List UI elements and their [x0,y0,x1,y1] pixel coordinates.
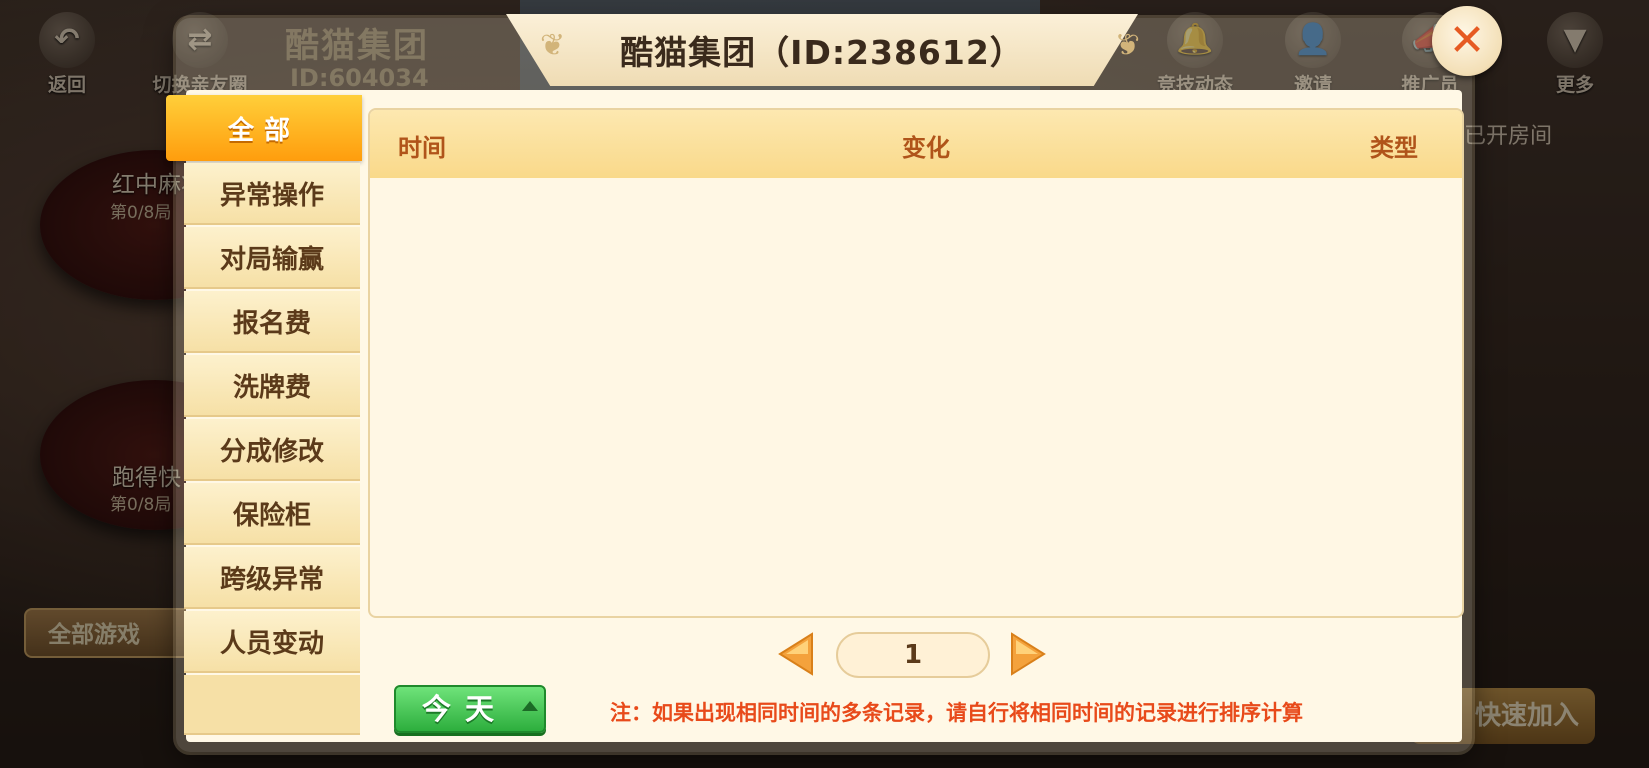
date-filter-dropdown[interactable]: 今天 [394,685,546,733]
tab-entry-fee[interactable]: 报名费 [184,291,360,353]
tab-label: 洗牌费 [232,372,311,403]
sorting-note: 注：如果出现相同时间的多条记录，请自行将相同时间的记录进行排序计算 [610,701,1303,725]
table-header: 时间 变化 类型 [370,110,1462,178]
column-header-type: 类型 [1370,134,1418,162]
date-filter-label: 今天 [422,692,509,726]
arrow-left-icon [778,632,813,676]
arrow-right-icon [1011,632,1046,676]
tab-label: 全部 [227,115,300,146]
tab-label: 保险柜 [232,500,311,531]
dialog-title: 酷猫集团（ID:238612） [620,33,1024,72]
category-tabs: 全部 异常操作 对局输赢 报名费 洗牌费 分成修改 保险柜 跨级异常 人员变动 [166,95,362,735]
next-page-button[interactable] [1010,632,1046,676]
tab-label: 报名费 [232,308,311,339]
tab-label: 分成修改 [219,436,324,467]
tab-safe-box[interactable]: 保险柜 [184,483,360,545]
column-header-time: 时间 [398,134,446,162]
triangle-up-icon [522,701,538,711]
tab-list-filler [184,675,360,735]
tab-match-win-loss[interactable]: 对局输赢 [184,227,360,289]
tab-label: 异常操作 [219,180,324,211]
tab-member-change[interactable]: 人员变动 [184,611,360,673]
tab-share-change[interactable]: 分成修改 [184,419,360,481]
tab-all[interactable]: 全部 [166,95,362,161]
close-icon: ✕ [1448,15,1486,66]
tab-cross-level-abnormal[interactable]: 跨级异常 [184,547,360,609]
tab-label: 对局输赢 [219,244,324,275]
tab-label: 跨级异常 [219,564,324,595]
tab-abnormal-operation[interactable]: 异常操作 [184,163,360,225]
page-number: 1 [836,632,990,678]
prev-page-button[interactable] [778,632,814,676]
close-button[interactable]: ✕ [1432,6,1502,76]
tab-shuffle-fee[interactable]: 洗牌费 [184,355,360,417]
tab-label: 人员变动 [219,628,324,659]
column-header-change: 变化 [902,134,950,162]
records-table[interactable]: 时间 变化 类型 [368,108,1464,618]
